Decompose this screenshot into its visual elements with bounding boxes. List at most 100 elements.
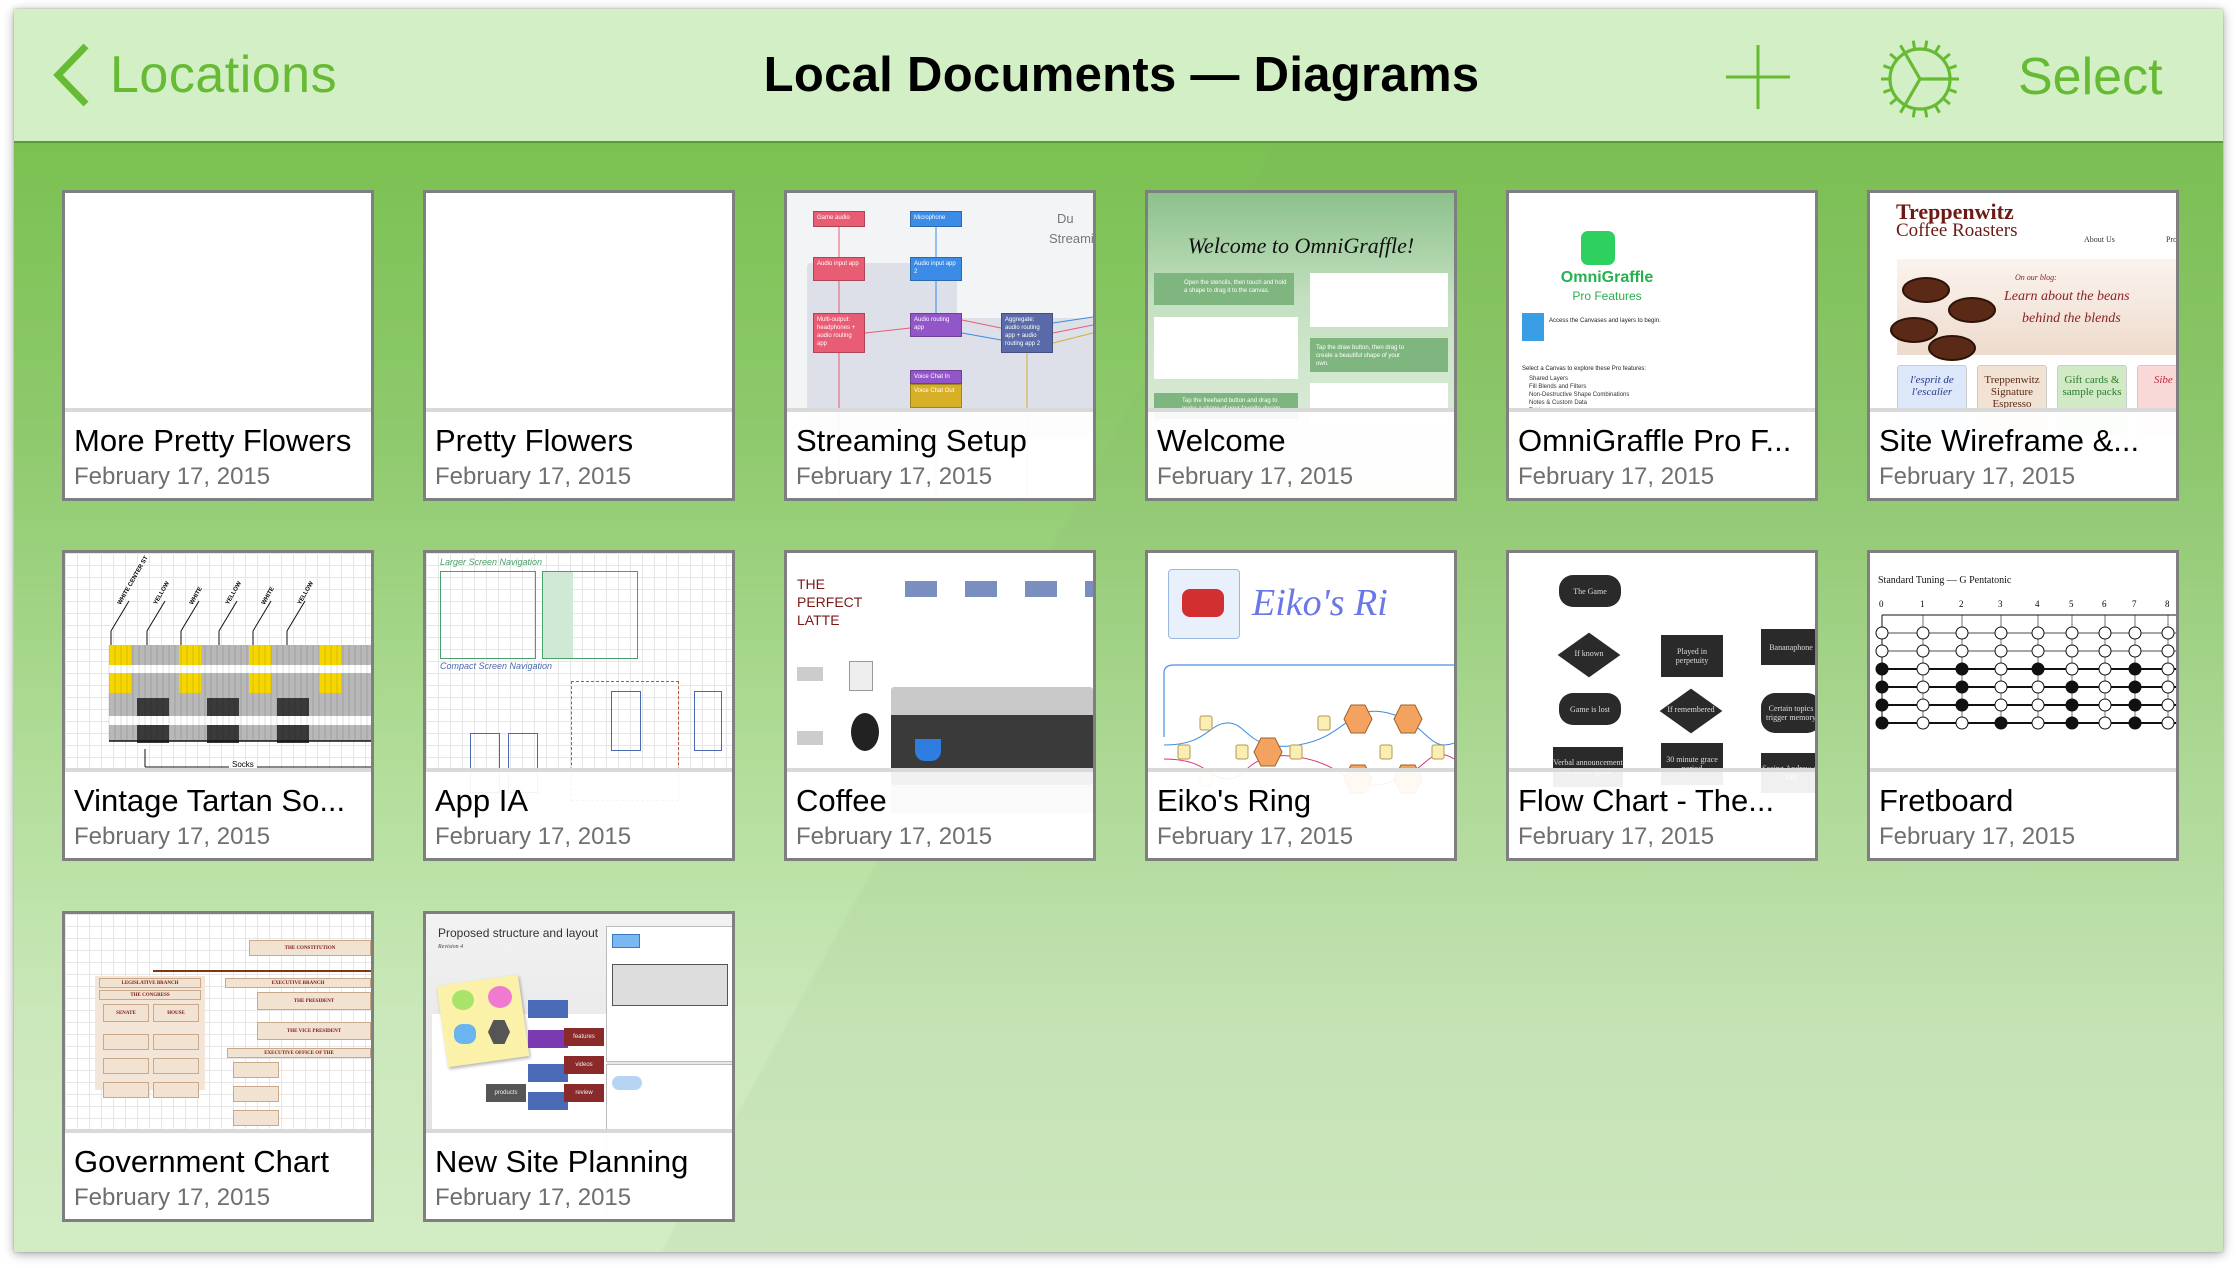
fret-number: 2 bbox=[1959, 599, 1964, 609]
step-label bbox=[797, 731, 823, 745]
document-date: February 17, 2015 bbox=[1157, 823, 1354, 850]
document-title: Pretty Flowers bbox=[435, 423, 634, 458]
gear-tooth bbox=[1942, 97, 1951, 106]
select-button[interactable]: Select bbox=[2018, 43, 2163, 111]
gear-tooth bbox=[1942, 52, 1951, 61]
thumb-text: behind the blends bbox=[2022, 311, 2121, 326]
site-node bbox=[528, 1064, 568, 1082]
site-node bbox=[528, 1092, 568, 1110]
feature-item: Fill Blends and Filters bbox=[1529, 384, 1587, 390]
org-box bbox=[153, 1034, 199, 1050]
document-tile[interactable]: The Game Played in perpetuity Game is lost… bbox=[1506, 550, 1818, 861]
document-title: Streaming Setup bbox=[796, 423, 1027, 458]
coffee-bean-icon bbox=[1890, 317, 1938, 343]
document-date: February 17, 2015 bbox=[435, 1184, 632, 1211]
org-box bbox=[103, 1058, 149, 1074]
feature-item: Shared Layers bbox=[1529, 376, 1569, 382]
org-box bbox=[103, 1034, 149, 1050]
org-connector bbox=[153, 970, 371, 972]
document-tile[interactable]: Eiko's Ri Eiko's Ring February 17, 2015 bbox=[1145, 550, 1457, 861]
document-tile[interactable]: Game audio Microphone Audio input app Audio… bbox=[784, 190, 1096, 501]
site-nav-item: Pro bbox=[2166, 235, 2176, 244]
gear-icon[interactable] bbox=[1878, 37, 1962, 121]
document-tile[interactable]: Pretty Flowers February 17, 2015 bbox=[423, 190, 735, 501]
flow-terminator: Certain topics trigger memory bbox=[1761, 693, 1815, 733]
document-date: February 17, 2015 bbox=[796, 463, 993, 490]
fret-number: 7 bbox=[2132, 599, 2137, 609]
document-title: New Site Planning bbox=[435, 1144, 689, 1179]
site-node: review bbox=[564, 1084, 604, 1102]
fret-number: 1 bbox=[1920, 599, 1925, 609]
org-box bbox=[233, 1086, 279, 1102]
add-document-icon[interactable] bbox=[1724, 43, 1792, 111]
wireframe-box bbox=[611, 691, 641, 751]
flow-terminator: Game is lost bbox=[1559, 693, 1621, 725]
welcome-step: Tap the draw button, then drag to create… bbox=[1310, 338, 1448, 372]
document-caption: New Site Planning February 17, 2015 bbox=[426, 1129, 732, 1219]
revision-label: Revision 4 bbox=[438, 944, 464, 950]
placeholder-box bbox=[1154, 317, 1298, 379]
thumb-text: Learn about the beans bbox=[2004, 289, 2130, 304]
welcome-heading: Welcome to OmniGraffle! bbox=[1187, 233, 1415, 258]
placeholder-box bbox=[1310, 273, 1448, 327]
brand-name: OmniGraffle bbox=[1560, 269, 1654, 286]
thumb-text: Access the Canvases and layers to begin. bbox=[1549, 318, 1661, 324]
bubble bbox=[488, 986, 512, 1008]
sketch-device bbox=[612, 964, 728, 1006]
org-box: EXECUTIVE OFFICE OF THE bbox=[227, 1048, 371, 1058]
flow-terminator: The Game bbox=[1559, 575, 1621, 607]
gear-tooth bbox=[1911, 109, 1917, 118]
document-title: Government Chart bbox=[74, 1144, 329, 1179]
document-caption: Site Wireframe &... February 17, 2015 bbox=[1870, 408, 2176, 498]
document-date: February 17, 2015 bbox=[74, 463, 271, 490]
latte-heading: THE PERFECT LATTE bbox=[797, 576, 863, 628]
fret-number: 4 bbox=[2035, 599, 2040, 609]
document-date: February 17, 2015 bbox=[74, 823, 271, 850]
document-date: February 17, 2015 bbox=[1518, 463, 1715, 490]
navigation-bar: Locations Local Documents — Diagrams Sel… bbox=[14, 9, 2223, 143]
jug-icon bbox=[849, 661, 873, 691]
document-date: February 17, 2015 bbox=[435, 463, 632, 490]
brand-subtitle: Pro Features bbox=[1572, 289, 1642, 303]
app-window: Locations Local Documents — Diagrams Sel… bbox=[14, 9, 2223, 1252]
document-tile[interactable]: TreppenwitzCoffee RoastersAbout UsProOn … bbox=[1867, 190, 2179, 501]
document-caption: OmniGraffle Pro F... February 17, 2015 bbox=[1509, 408, 1815, 498]
feature-item: Non-Destructive Shape Combinations bbox=[1529, 392, 1630, 398]
document-tile[interactable]: THE CONSTITUTION LEGISLATIVE BRANCH THE CO… bbox=[62, 911, 374, 1222]
document-tile[interactable]: THE PERFECT LATTE Coffee February 17, 20… bbox=[784, 550, 1096, 861]
gear-tooth bbox=[1889, 52, 1898, 61]
document-title: Site Wireframe &... bbox=[1879, 423, 2140, 458]
document-tile[interactable]: Welcome to OmniGraffle! Open the stencils… bbox=[1145, 190, 1457, 501]
site-node bbox=[528, 1000, 568, 1018]
document-title: Welcome bbox=[1157, 423, 1286, 458]
site-brand: Coffee Roasters bbox=[1896, 220, 2018, 241]
document-date: February 17, 2015 bbox=[796, 823, 993, 850]
gear-tooth bbox=[1882, 64, 1892, 70]
fret-number: 6 bbox=[2102, 599, 2107, 609]
document-tile[interactable]: OmniGraffle Pro Features Access the Canvas… bbox=[1506, 190, 1818, 501]
document-tile[interactable]: More Pretty Flowers February 17, 2015 bbox=[62, 190, 374, 501]
wireframe-box bbox=[694, 691, 722, 751]
gear-tooth bbox=[1934, 44, 1941, 53]
document-tile[interactable]: Proposed structure and layout Revision 4 p… bbox=[423, 911, 735, 1222]
org-box: HOUSE bbox=[153, 1004, 199, 1022]
gear-tooth bbox=[1889, 97, 1898, 106]
bubble bbox=[452, 990, 474, 1010]
gear-tooth bbox=[1923, 40, 1929, 49]
document-title: Coffee bbox=[796, 783, 887, 818]
flow-decision: If known bbox=[1557, 632, 1621, 678]
org-box bbox=[233, 1062, 279, 1078]
document-tile[interactable]: WHITE CENTER ST YELLOW WHITE YELLOW WHITE YEL… bbox=[62, 550, 374, 861]
document-date: February 17, 2015 bbox=[435, 823, 632, 850]
planning-heading: Proposed structure and layout bbox=[438, 926, 599, 940]
document-tile[interactable]: Larger Screen Navigation Compact Screen N… bbox=[423, 550, 735, 861]
org-box bbox=[153, 1058, 199, 1074]
org-box: EXECUTIVE BRANCH bbox=[225, 978, 371, 988]
document-caption: Fretboard February 17, 2015 bbox=[1870, 768, 2176, 858]
document-date: February 17, 2015 bbox=[74, 1184, 271, 1211]
document-tile[interactable]: Standard Tuning — G Pentatonic 0 1 2 3 4 5 6 7 8 … bbox=[1867, 550, 2179, 861]
gear-tooth bbox=[1911, 40, 1917, 49]
feature-item: Notes & Custom Data bbox=[1529, 400, 1588, 406]
document-caption: App IA February 17, 2015 bbox=[426, 768, 732, 858]
gear-tooth bbox=[1948, 88, 1958, 94]
